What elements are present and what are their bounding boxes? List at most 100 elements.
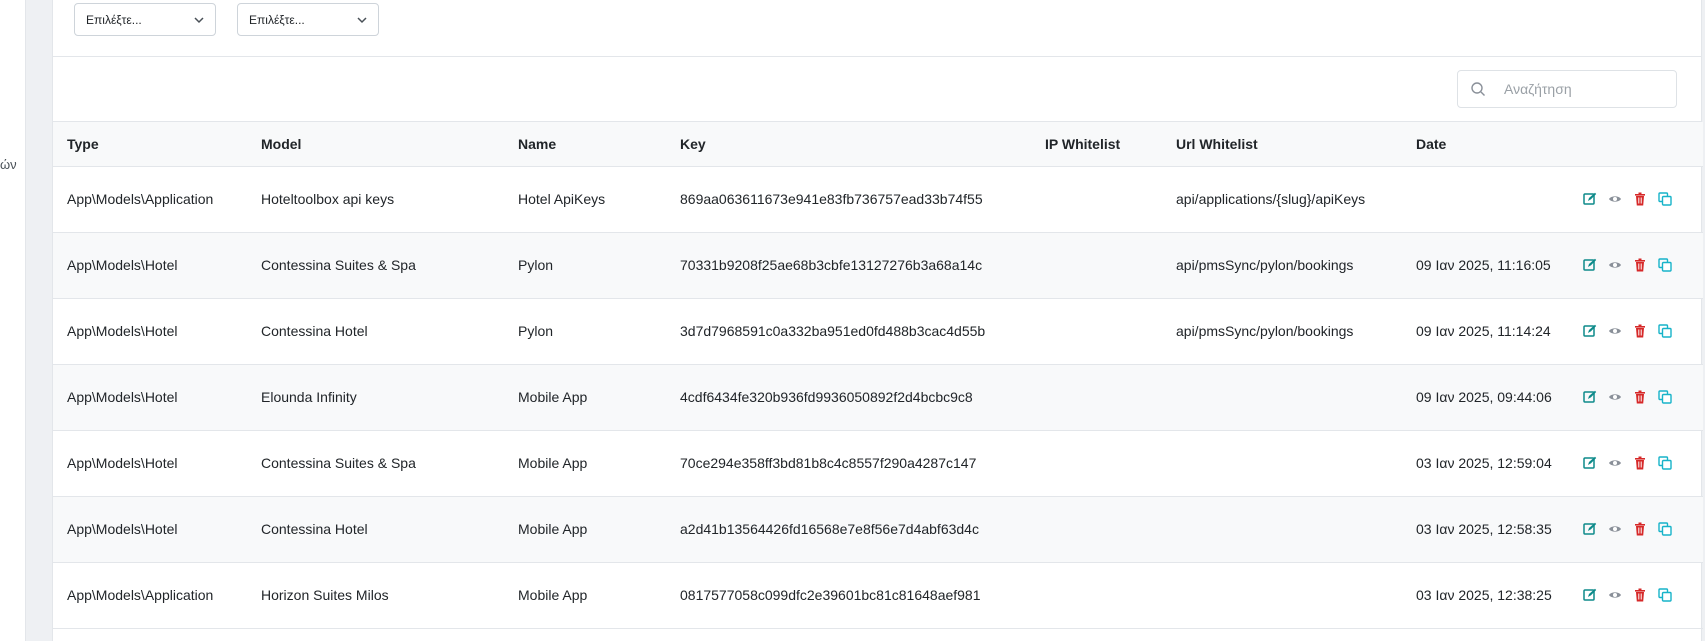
column-header-actions xyxy=(1569,122,1703,167)
delete-button[interactable] xyxy=(1633,324,1647,338)
filter-select-1[interactable]: Επιλέξτε... xyxy=(74,3,216,36)
cell-type: App\Models\Hotel xyxy=(53,430,247,497)
delete-button[interactable] xyxy=(1633,390,1647,404)
cell-model: Horizon Suites Milos xyxy=(247,562,504,629)
cell-ip-whitelist xyxy=(1031,562,1162,629)
eye-icon xyxy=(1608,522,1622,536)
row-actions xyxy=(1583,390,1703,404)
cell-actions xyxy=(1569,232,1703,299)
edit-button[interactable] xyxy=(1583,324,1597,338)
cell-ip-whitelist xyxy=(1031,232,1162,299)
trash-icon xyxy=(1633,522,1647,536)
table-row: App\Models\Hotel Elounda Infinity Mobile A… xyxy=(53,364,1703,431)
eye-icon xyxy=(1608,258,1622,272)
row-actions xyxy=(1583,588,1703,602)
chevron-down-icon xyxy=(356,14,368,26)
edit-button[interactable] xyxy=(1583,522,1597,536)
cell-ip-whitelist xyxy=(1031,364,1162,431)
cell-type: App\Models\Hotel xyxy=(53,298,247,365)
delete-button[interactable] xyxy=(1633,258,1647,272)
edit-button[interactable] xyxy=(1583,456,1597,470)
cell-ip-whitelist xyxy=(1031,166,1162,233)
api-keys-card: Επιλέξτε... Επιλέξτε... Αναζήτηση Type M… xyxy=(52,0,1703,641)
cell-name: Hotel ApiKeys xyxy=(504,166,666,233)
trash-icon xyxy=(1633,258,1647,272)
view-button[interactable] xyxy=(1608,588,1622,602)
filter-select-1-value: Επιλέξτε... xyxy=(86,12,142,27)
column-header-url-whitelist[interactable]: Url Whitelist xyxy=(1162,122,1402,167)
cell-type: App\Models\Hotel xyxy=(53,232,247,299)
chevron-down-icon xyxy=(193,14,205,26)
filter-select-2[interactable]: Επιλέξτε... xyxy=(237,3,379,36)
table-row: App\Models\Application Hoteltoolbox api k… xyxy=(53,166,1703,233)
cell-url-whitelist xyxy=(1162,562,1402,629)
eye-icon xyxy=(1608,588,1622,602)
copy-icon xyxy=(1658,456,1672,470)
cell-type: App\Models\Application xyxy=(53,166,247,233)
cell-date: 09 Ιαν 2025, 11:16:05 xyxy=(1402,232,1569,299)
api-keys-table: Type Model Name Key IP Whitelist Url Whi… xyxy=(53,122,1703,629)
table-header-row: Type Model Name Key IP Whitelist Url Whi… xyxy=(53,122,1703,167)
edit-button[interactable] xyxy=(1583,588,1597,602)
edit-icon xyxy=(1583,456,1597,470)
delete-button[interactable] xyxy=(1633,192,1647,206)
cell-model: Contessina Hotel xyxy=(247,496,504,563)
copy-button[interactable] xyxy=(1658,192,1672,206)
column-header-key[interactable]: Key xyxy=(666,122,1031,167)
row-actions xyxy=(1583,192,1703,206)
column-header-ip-whitelist[interactable]: IP Whitelist xyxy=(1031,122,1162,167)
view-button[interactable] xyxy=(1608,258,1622,272)
copy-icon xyxy=(1658,390,1672,404)
copy-button[interactable] xyxy=(1658,522,1672,536)
cell-model: Elounda Infinity xyxy=(247,364,504,431)
copy-button[interactable] xyxy=(1658,390,1672,404)
delete-button[interactable] xyxy=(1633,588,1647,602)
edit-button[interactable] xyxy=(1583,192,1597,206)
search-box xyxy=(1457,70,1677,108)
cell-actions xyxy=(1569,562,1703,629)
edit-button[interactable] xyxy=(1583,390,1597,404)
cell-date: 09 Ιαν 2025, 09:44:06 xyxy=(1402,364,1569,431)
row-actions xyxy=(1583,324,1703,338)
column-header-name[interactable]: Name xyxy=(504,122,666,167)
copy-button[interactable] xyxy=(1658,258,1672,272)
cell-actions xyxy=(1569,496,1703,563)
copy-icon xyxy=(1658,324,1672,338)
delete-button[interactable] xyxy=(1633,522,1647,536)
column-header-type[interactable]: Type xyxy=(53,122,247,167)
cell-model: Hoteltoolbox api keys xyxy=(247,166,504,233)
trash-icon xyxy=(1633,456,1647,470)
column-header-model[interactable]: Model xyxy=(247,122,504,167)
search-input[interactable] xyxy=(1504,81,1664,97)
cell-type: App\Models\Hotel xyxy=(53,364,247,431)
table-toolbar xyxy=(53,57,1701,122)
cell-actions xyxy=(1569,364,1703,431)
view-button[interactable] xyxy=(1608,522,1622,536)
copy-button[interactable] xyxy=(1658,588,1672,602)
view-button[interactable] xyxy=(1608,456,1622,470)
copy-button[interactable] xyxy=(1658,324,1672,338)
column-header-date[interactable]: Date xyxy=(1402,122,1569,167)
cell-date: 03 Ιαν 2025, 12:58:35 xyxy=(1402,496,1569,563)
cell-ip-whitelist xyxy=(1031,298,1162,365)
cell-name: Mobile App xyxy=(504,562,666,629)
view-button[interactable] xyxy=(1608,390,1622,404)
trash-icon xyxy=(1633,324,1647,338)
copy-button[interactable] xyxy=(1658,456,1672,470)
eye-icon xyxy=(1608,390,1622,404)
copy-icon xyxy=(1658,522,1672,536)
cell-url-whitelist xyxy=(1162,496,1402,563)
edit-button[interactable] xyxy=(1583,258,1597,272)
sidebar: ών xyxy=(0,0,26,641)
edit-icon xyxy=(1583,192,1597,206)
view-button[interactable] xyxy=(1608,192,1622,206)
cell-key: 0817577058c099dfc2e39601bc81c81648aef981 xyxy=(666,562,1031,629)
view-button[interactable] xyxy=(1608,324,1622,338)
trash-icon xyxy=(1633,588,1647,602)
delete-button[interactable] xyxy=(1633,456,1647,470)
cell-name: Mobile App xyxy=(504,496,666,563)
table-row: App\Models\Application Horizon Suites Mil… xyxy=(53,562,1703,629)
cell-ip-whitelist xyxy=(1031,496,1162,563)
cell-actions xyxy=(1569,298,1703,365)
cell-url-whitelist: api/pmsSync/pylon/bookings xyxy=(1162,232,1402,299)
